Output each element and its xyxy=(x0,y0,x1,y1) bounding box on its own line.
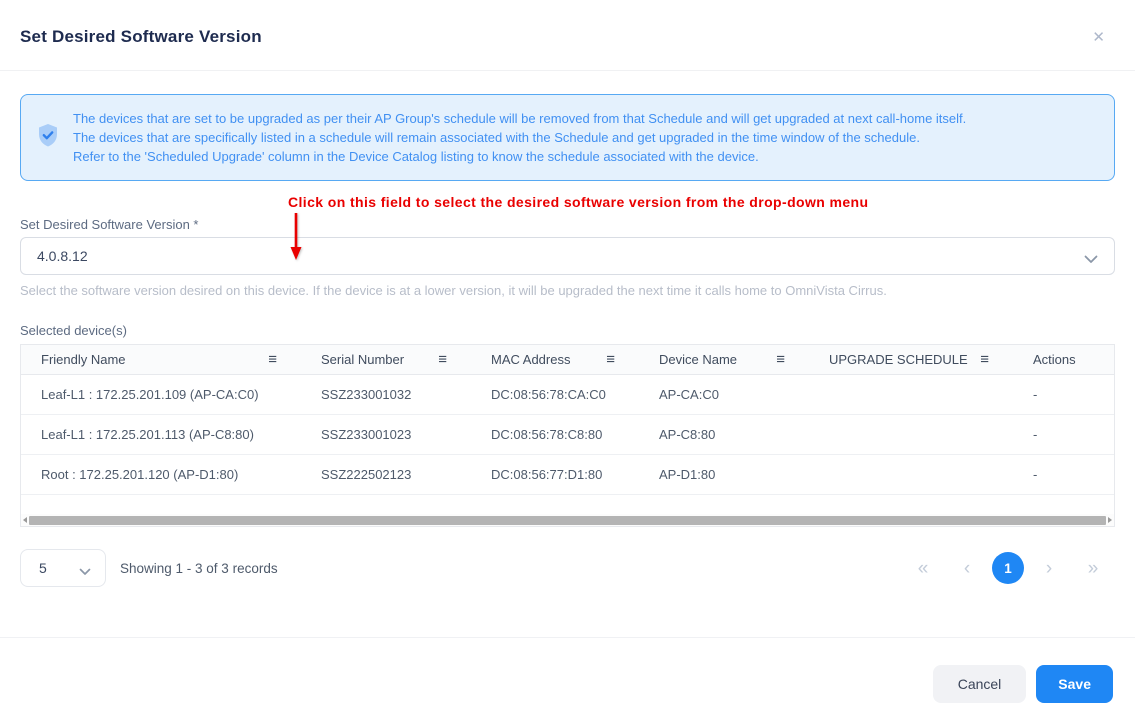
info-line-1: The devices that are set to be upgraded … xyxy=(73,109,966,128)
version-field-section: Click on this field to select the desire… xyxy=(20,194,1115,298)
records-summary: Showing 1 - 3 of 3 records xyxy=(120,561,278,576)
cancel-button[interactable]: Cancel xyxy=(933,665,1027,703)
last-page-icon[interactable]: » xyxy=(1071,559,1115,578)
version-field-helper: Select the software version desired on t… xyxy=(20,283,1115,298)
cell-actions: - xyxy=(1013,387,1114,402)
column-label: MAC Address xyxy=(491,352,570,367)
current-page-button[interactable]: 1 xyxy=(992,552,1024,584)
column-header-upgrade-schedule[interactable]: UPGRADE SCHEDULE ≡ xyxy=(809,345,1013,374)
scroll-left-icon[interactable] xyxy=(21,514,29,526)
pagination-bar: 5 Showing 1 - 3 of 3 records « ‹ 1 › » xyxy=(20,549,1115,587)
horizontal-scrollbar[interactable] xyxy=(21,514,1114,526)
cell-friendly-name: Root : 172.25.201.120 (AP-D1:80) xyxy=(21,467,301,482)
cell-serial-number: SSZ222502123 xyxy=(301,467,471,482)
cell-actions: - xyxy=(1013,467,1114,482)
column-label: Serial Number xyxy=(321,352,404,367)
cell-mac-address: DC:08:56:77:D1:80 xyxy=(471,467,639,482)
table-row: Root : 172.25.201.120 (AP-D1:80) SSZ2225… xyxy=(21,455,1114,495)
info-banner-text: The devices that are set to be upgraded … xyxy=(73,109,966,166)
column-menu-icon[interactable]: ≡ xyxy=(268,352,277,367)
cell-friendly-name: Leaf-L1 : 172.25.201.109 (AP-CA:C0) xyxy=(21,387,301,402)
info-line-2: The devices that are specifically listed… xyxy=(73,128,966,147)
modal-title: Set Desired Software Version xyxy=(20,27,1115,47)
column-header-mac-address[interactable]: MAC Address ≡ xyxy=(471,345,639,374)
annotation-text: Click on this field to select the desire… xyxy=(288,194,1115,210)
selected-devices-label: Selected device(s) xyxy=(20,323,1115,338)
first-page-icon[interactable]: « xyxy=(901,559,945,578)
column-menu-icon[interactable]: ≡ xyxy=(980,352,989,367)
column-header-friendly-name[interactable]: Friendly Name ≡ xyxy=(21,345,301,374)
cell-friendly-name: Leaf-L1 : 172.25.201.113 (AP-C8:80) xyxy=(21,427,301,442)
close-icon[interactable]: ✕ xyxy=(1092,30,1105,45)
save-button[interactable]: Save xyxy=(1036,665,1113,703)
cell-mac-address: DC:08:56:78:CA:C0 xyxy=(471,387,639,402)
pager-controls: « ‹ 1 › » xyxy=(901,552,1115,584)
shield-check-icon xyxy=(37,123,59,153)
annotation-arrow-icon xyxy=(289,213,303,265)
modal-body: The devices that are set to be upgraded … xyxy=(0,71,1135,587)
scrollbar-thumb[interactable] xyxy=(29,516,1106,525)
column-menu-icon[interactable]: ≡ xyxy=(438,352,447,367)
column-label: Actions xyxy=(1033,352,1076,367)
cell-serial-number: SSZ233001032 xyxy=(301,387,471,402)
modal-footer: Cancel Save xyxy=(0,637,1135,703)
prev-page-icon[interactable]: ‹ xyxy=(945,559,989,578)
column-menu-icon[interactable]: ≡ xyxy=(776,352,785,367)
table-empty-space xyxy=(21,495,1114,514)
column-label: Friendly Name xyxy=(41,352,126,367)
column-header-device-name[interactable]: Device Name ≡ xyxy=(639,345,809,374)
column-label: Device Name xyxy=(659,352,737,367)
column-header-serial-number[interactable]: Serial Number ≡ xyxy=(301,345,471,374)
column-menu-icon[interactable]: ≡ xyxy=(606,352,615,367)
table-row: Leaf-L1 : 172.25.201.109 (AP-CA:C0) SSZ2… xyxy=(21,375,1114,415)
modal-header: Set Desired Software Version ✕ xyxy=(0,0,1135,71)
cell-device-name: AP-CA:C0 xyxy=(639,387,809,402)
cell-device-name: AP-D1:80 xyxy=(639,467,809,482)
next-page-icon[interactable]: › xyxy=(1027,559,1071,578)
table-header-row: Friendly Name ≡ Serial Number ≡ MAC Addr… xyxy=(21,345,1114,375)
info-line-3: Refer to the 'Scheduled Upgrade' column … xyxy=(73,147,966,166)
column-label: UPGRADE SCHEDULE xyxy=(829,352,968,367)
scroll-right-icon[interactable] xyxy=(1106,514,1114,526)
cell-serial-number: SSZ233001023 xyxy=(301,427,471,442)
version-field-label: Set Desired Software Version * xyxy=(20,217,1115,232)
page-size-value: 5 xyxy=(39,560,47,576)
chevron-down-icon xyxy=(79,563,91,581)
page-size-select[interactable]: 5 xyxy=(20,549,106,587)
cell-mac-address: DC:08:56:78:C8:80 xyxy=(471,427,639,442)
cell-device-name: AP-C8:80 xyxy=(639,427,809,442)
chevron-down-icon xyxy=(1084,251,1098,269)
table-row: Leaf-L1 : 172.25.201.113 (AP-C8:80) SSZ2… xyxy=(21,415,1114,455)
cell-actions: - xyxy=(1013,427,1114,442)
software-version-select[interactable]: 4.0.8.12 xyxy=(20,237,1115,275)
software-version-value: 4.0.8.12 xyxy=(37,248,88,264)
set-desired-software-version-modal: Set Desired Software Version ✕ The devic… xyxy=(0,0,1135,703)
selected-devices-table: Friendly Name ≡ Serial Number ≡ MAC Addr… xyxy=(20,344,1115,527)
info-banner: The devices that are set to be upgraded … xyxy=(20,94,1115,181)
column-header-actions: Actions xyxy=(1013,345,1114,374)
